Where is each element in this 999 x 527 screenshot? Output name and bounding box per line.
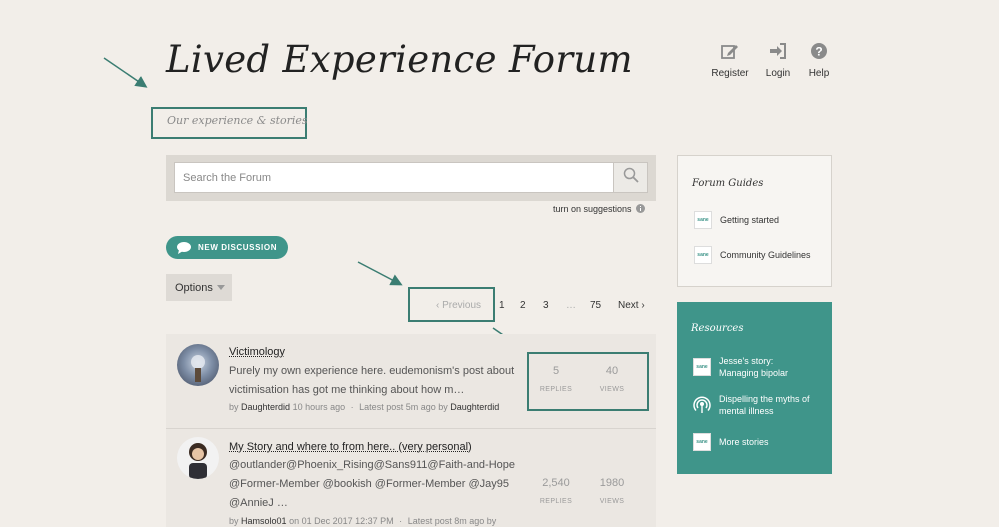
comment-icon	[177, 241, 191, 254]
discussion-title[interactable]: Victimology	[229, 346, 285, 358]
annotation-box-stats	[527, 352, 649, 411]
page-ellipsis: …	[566, 300, 576, 311]
nav-register[interactable]: Register	[709, 40, 751, 79]
nav-login-label: Login	[765, 68, 791, 79]
resource-dispelling-myths[interactable]: Dispelling the myths of mental illness	[693, 393, 823, 417]
page-subtitle: Our experience & stories	[167, 114, 308, 127]
resource-label: Dispelling the myths of mental illness	[719, 394, 810, 416]
resource-label: Jesse's story: Managing bipolar	[719, 356, 789, 378]
discussion-row[interactable]: My Story and where to from here.. (very …	[166, 429, 656, 527]
page-75[interactable]: 75	[590, 300, 601, 311]
sane-logo-icon: sane	[693, 358, 711, 376]
page-title: Lived Experience Forum	[166, 38, 633, 81]
new-discussion-label: NEW DISCUSSION	[198, 243, 278, 252]
podcast-icon	[693, 396, 711, 414]
meta-by: by	[229, 516, 239, 526]
latest-post: Latest post 8m ago by	[407, 516, 497, 526]
info-icon	[636, 204, 646, 213]
previous-label: Previous	[442, 300, 482, 311]
resource-jesses-story[interactable]: sane Jesse's story: Managing bipolar	[693, 355, 813, 379]
posted-time: on 01 Dec 2017 12:37 PM	[289, 516, 394, 526]
pagination-previous[interactable]: ‹ Previous	[436, 300, 481, 311]
resources-title: Resources	[691, 323, 744, 334]
guide-community-guidelines[interactable]: sane Community Guidelines	[694, 246, 811, 264]
search-button[interactable]	[613, 162, 648, 193]
meta-by: by	[229, 402, 239, 412]
author-link[interactable]: Daughterdid	[241, 402, 290, 412]
search-icon	[623, 167, 639, 188]
views-label: VIEWS	[599, 498, 625, 505]
options-dropdown[interactable]: Options	[166, 274, 232, 301]
forum-guides-title: Forum Guides	[692, 178, 764, 189]
page-1[interactable]: 1	[499, 300, 505, 311]
resources-panel: Resources sane Jesse's story: Managing b…	[677, 302, 832, 474]
replies-stat: 2,540 REPLIES	[531, 477, 581, 505]
options-label: Options	[175, 281, 213, 294]
annotation-arrow-pager	[357, 261, 403, 286]
meta-separator: ·	[399, 516, 403, 526]
guide-label: Community Guidelines	[720, 250, 811, 260]
avatar	[177, 344, 219, 386]
discussion-title[interactable]: My Story and where to from here.. (very …	[229, 441, 472, 453]
resource-label: More stories	[719, 437, 769, 447]
nav-login[interactable]: Login	[759, 40, 797, 79]
sane-logo-icon: sane	[694, 211, 712, 229]
latest-author-link[interactable]: Daughterdid	[450, 402, 499, 412]
suggestions-label: turn on suggestions	[553, 204, 632, 214]
suggestions-toggle[interactable]: turn on suggestions	[553, 204, 646, 214]
nav-register-label: Register	[711, 68, 749, 79]
edit-icon	[709, 40, 751, 62]
chevron-right-icon: ›	[638, 300, 645, 311]
avatar	[177, 437, 219, 479]
forum-guides-panel: Forum Guides sane Getting started sane C…	[677, 155, 832, 287]
discussion-meta: by Hamsolo01 on 01 Dec 2017 12:37 PM · L…	[229, 516, 496, 526]
views-stat: 1980 VIEWS	[587, 477, 637, 505]
replies-label: REPLIES	[539, 498, 573, 505]
sane-logo-icon: sane	[694, 246, 712, 264]
discussion-excerpt: Purely my own experience here. eudemonis…	[229, 365, 515, 396]
nav-help[interactable]: ? Help	[803, 40, 835, 79]
guide-label: Getting started	[720, 215, 780, 225]
replies-count: 2,540	[542, 477, 570, 489]
help-icon: ?	[803, 40, 835, 62]
sane-logo-icon: sane	[693, 433, 711, 451]
views-count: 1980	[599, 477, 625, 489]
svg-text:?: ?	[815, 45, 822, 59]
new-discussion-button[interactable]: NEW DISCUSSION	[166, 236, 288, 259]
sign-in-icon	[759, 40, 797, 62]
page-3[interactable]: 3	[543, 300, 549, 311]
discussion-excerpt: @outlander@Phoenix_Rising@Sans911@Faith-…	[229, 459, 516, 509]
nav-help-label: Help	[808, 68, 830, 79]
page-2[interactable]: 2	[520, 300, 526, 311]
latest-post: Latest post 5m ago by	[359, 402, 448, 412]
search-input[interactable]: Search the Forum	[174, 162, 614, 193]
meta-separator: ·	[350, 402, 354, 412]
posted-time: 10 hours ago	[292, 402, 346, 412]
next-label: Next	[618, 300, 639, 311]
author-link[interactable]: Hamsolo01	[241, 516, 287, 526]
caret-down-icon	[216, 285, 225, 290]
annotation-arrow-title	[103, 57, 148, 88]
discussion-meta: by Daughterdid 10 hours ago · Latest pos…	[229, 402, 499, 412]
resource-more-stories[interactable]: sane More stories	[693, 433, 769, 451]
pagination-next[interactable]: Next ›	[618, 300, 645, 311]
guide-getting-started[interactable]: sane Getting started	[694, 211, 779, 229]
